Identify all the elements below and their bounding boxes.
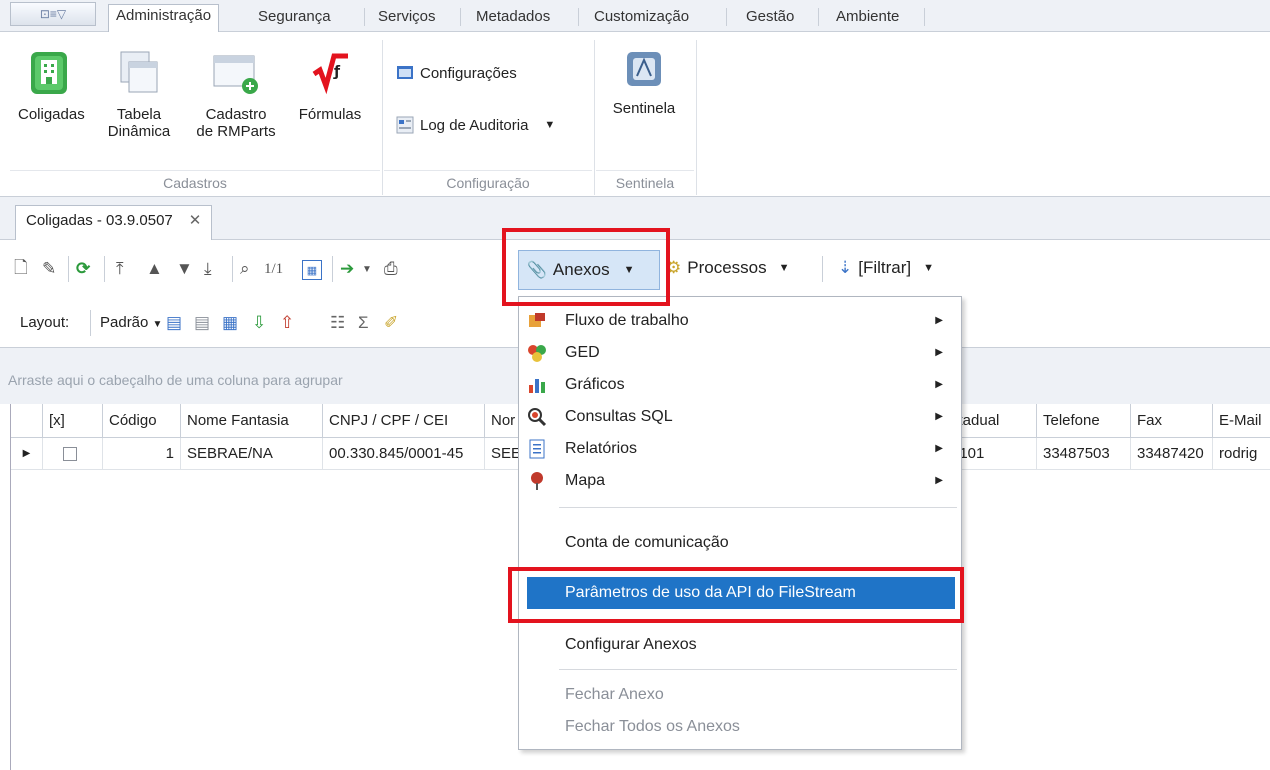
menu-item-fechar-anexo: Fechar Anexo bbox=[565, 686, 664, 703]
tab-metadados[interactable]: Metadados bbox=[476, 6, 550, 32]
cell-codigo: 1 bbox=[103, 438, 181, 470]
refresh-icon[interactable]: ⟳ bbox=[76, 258, 90, 280]
chevron-down-icon: ▼ bbox=[544, 119, 556, 131]
print-icon[interactable]: ⎙ bbox=[384, 258, 398, 280]
layout-preset-dropdown[interactable]: Padrão ▼ bbox=[100, 314, 162, 331]
tab-customizacao[interactable]: Customização bbox=[594, 6, 689, 32]
ribbon-panel: Coligadas Tabela Dinâmica Cadastro de RM… bbox=[0, 32, 1270, 197]
cell-cnpj: 00.330.845/0001-45 bbox=[323, 438, 485, 470]
coligadas-button[interactable]: Coligadas bbox=[18, 50, 85, 123]
filtrar-button[interactable]: ⇣ [Filtrar] ▼ bbox=[838, 258, 934, 278]
map-pin-icon bbox=[531, 472, 543, 490]
grid-header-codigo[interactable]: Código bbox=[103, 404, 181, 438]
previous-record-icon[interactable]: ▲ bbox=[146, 258, 163, 280]
row-checkbox[interactable] bbox=[43, 438, 103, 470]
grid-header-indicator bbox=[11, 404, 43, 438]
tab-seguranca[interactable]: Segurança bbox=[258, 6, 331, 32]
filter-icon: ⇣ bbox=[838, 258, 853, 277]
tabela-dinamica-button[interactable]: Tabela Dinâmica bbox=[104, 50, 174, 140]
calendar-icon[interactable]: ▦ bbox=[302, 260, 322, 280]
workflow-icon bbox=[529, 313, 545, 327]
application-menu-button[interactable]: ⊡≡▽ bbox=[10, 2, 96, 26]
settings-window-icon bbox=[397, 66, 413, 79]
sql-query-icon bbox=[528, 408, 547, 427]
export-dropdown-icon[interactable]: ▼ bbox=[362, 258, 372, 280]
window-add-icon bbox=[213, 55, 258, 94]
report-icon bbox=[529, 439, 545, 459]
row-indicator-icon: ▶ bbox=[11, 438, 43, 470]
sentinela-button[interactable]: Sentinela bbox=[604, 50, 684, 117]
chevron-down-icon: ▼ bbox=[623, 264, 635, 276]
sentinel-icon bbox=[627, 52, 661, 86]
next-record-icon[interactable]: ▼ bbox=[176, 258, 193, 280]
layout-export-icon[interactable]: ⇧ bbox=[280, 312, 294, 334]
group-label-cadastros: Cadastros bbox=[10, 170, 380, 194]
layout-copy-icon[interactable]: ▤ bbox=[194, 312, 210, 334]
grid-header-fax[interactable]: Fax bbox=[1131, 404, 1213, 438]
gear-icon: ⚙ bbox=[666, 258, 682, 277]
binoculars-icon[interactable]: ⌕ bbox=[240, 258, 250, 280]
layout-save-icon[interactable]: ▤ bbox=[166, 312, 182, 334]
tab-gestao[interactable]: Gestão bbox=[746, 6, 794, 32]
log-auditoria-button[interactable]: Log de Auditoria ▼ bbox=[396, 116, 555, 134]
configuracoes-button[interactable]: Configurações bbox=[396, 64, 517, 82]
tab-ambiente[interactable]: Ambiente bbox=[836, 6, 899, 32]
ribbon-tab-bar: ⊡≡▽ Administração Segurança Serviços Met… bbox=[0, 0, 1270, 33]
menu-item-consultas-sql[interactable]: Consultas SQL ▶ bbox=[519, 401, 961, 433]
svg-text:ƒ: ƒ bbox=[333, 64, 341, 80]
grid-header-nome-fantasia[interactable]: Nome Fantasia bbox=[181, 404, 323, 438]
chevron-down-icon: ▼ bbox=[923, 262, 935, 274]
ged-icon bbox=[528, 345, 546, 362]
layout-format-icon[interactable]: ✐ bbox=[384, 312, 398, 334]
menu-item-conta-comunicacao[interactable]: Conta de comunicação bbox=[519, 527, 961, 559]
layout-columns-icon[interactable]: ☷ bbox=[330, 312, 345, 334]
last-record-icon[interactable]: ⤓ bbox=[204, 258, 212, 280]
formula-icon: ƒ bbox=[312, 53, 348, 95]
grid-header-cnpj[interactable]: CNPJ / CPF / CEI bbox=[323, 404, 485, 438]
menu-item-parametros-api-filestream[interactable]: Parâmetros de uso da API do FileStream bbox=[527, 577, 955, 609]
cell-fax: 33487420 bbox=[1131, 438, 1213, 470]
record-counter: 1/1 bbox=[264, 260, 284, 277]
building-icon bbox=[31, 52, 67, 94]
pivot-table-icon bbox=[120, 51, 158, 93]
processos-button[interactable]: ⚙ Processos ▼ bbox=[666, 258, 790, 278]
tab-servicos[interactable]: Serviços bbox=[378, 6, 436, 32]
grid-header-email[interactable]: E-Mail bbox=[1213, 404, 1270, 438]
grid-header-select[interactable]: [x] bbox=[43, 404, 103, 438]
new-document-icon[interactable]: 🗋 bbox=[14, 258, 28, 280]
cadastro-rmparts-button[interactable]: Cadastro de RMParts bbox=[186, 50, 286, 140]
layout-label: Layout: bbox=[20, 314, 70, 331]
anexos-button[interactable]: 📎 Anexos ▼ bbox=[518, 250, 660, 290]
menu-item-mapa[interactable]: Mapa ▶ bbox=[519, 465, 961, 497]
cell-email: rodrig bbox=[1213, 438, 1270, 470]
group-label-configuracao: Configuração bbox=[384, 170, 592, 194]
first-record-icon[interactable]: ⤒ bbox=[116, 258, 124, 280]
export-icon[interactable]: ➔ bbox=[340, 258, 354, 280]
layout-grid-icon[interactable]: ▦ bbox=[222, 312, 238, 334]
menu-item-configurar-anexos[interactable]: Configurar Anexos bbox=[519, 629, 961, 661]
edit-icon[interactable]: ✎ bbox=[42, 258, 56, 280]
tab-administracao[interactable]: Administração bbox=[108, 4, 220, 33]
menu-item-graficos[interactable]: Gráficos ▶ bbox=[519, 369, 961, 401]
main-toolbar: 🗋 ✎ ⟳ ⤒ ▲ ▼ ⤓ ⌕ 1/1 ▦ ➔ ▼ ⎙ 📎 Anexos ▼ ⚙… bbox=[0, 240, 1270, 300]
layout-sum-icon[interactable]: Σ bbox=[358, 312, 369, 334]
audit-log-icon bbox=[396, 116, 414, 134]
anexos-dropdown-menu: Fluxo de trabalho ▶ GED ▶ Gráficos ▶ Consul… bbox=[518, 296, 962, 750]
cell-nome-fantasia: SEBRAE/NA bbox=[181, 438, 323, 470]
menu-item-fechar-todos-anexos: Fechar Todos os Anexos bbox=[565, 718, 740, 735]
paperclip-icon: 📎 bbox=[527, 262, 547, 279]
close-icon[interactable]: ✕ bbox=[189, 206, 202, 240]
menu-item-ged[interactable]: GED ▶ bbox=[519, 337, 961, 369]
document-tab-bar: Coligadas - 03.9.0507 ✕ bbox=[0, 197, 1270, 240]
chevron-down-icon: ▼ bbox=[778, 262, 790, 274]
group-label-sentinela: Sentinela bbox=[596, 170, 694, 194]
chart-icon bbox=[529, 379, 545, 393]
grid-header-telefone[interactable]: Telefone bbox=[1037, 404, 1131, 438]
cell-telefone: 33487503 bbox=[1037, 438, 1131, 470]
tab-coligadas[interactable]: Coligadas - 03.9.0507 ✕ bbox=[15, 205, 213, 240]
menu-item-relatorios[interactable]: Relatórios ▶ bbox=[519, 433, 961, 465]
formulas-button[interactable]: ƒ Fórmulas bbox=[292, 50, 368, 123]
layout-import-icon[interactable]: ⇩ bbox=[252, 312, 266, 334]
menu-item-fluxo-de-trabalho[interactable]: Fluxo de trabalho ▶ bbox=[519, 305, 961, 337]
